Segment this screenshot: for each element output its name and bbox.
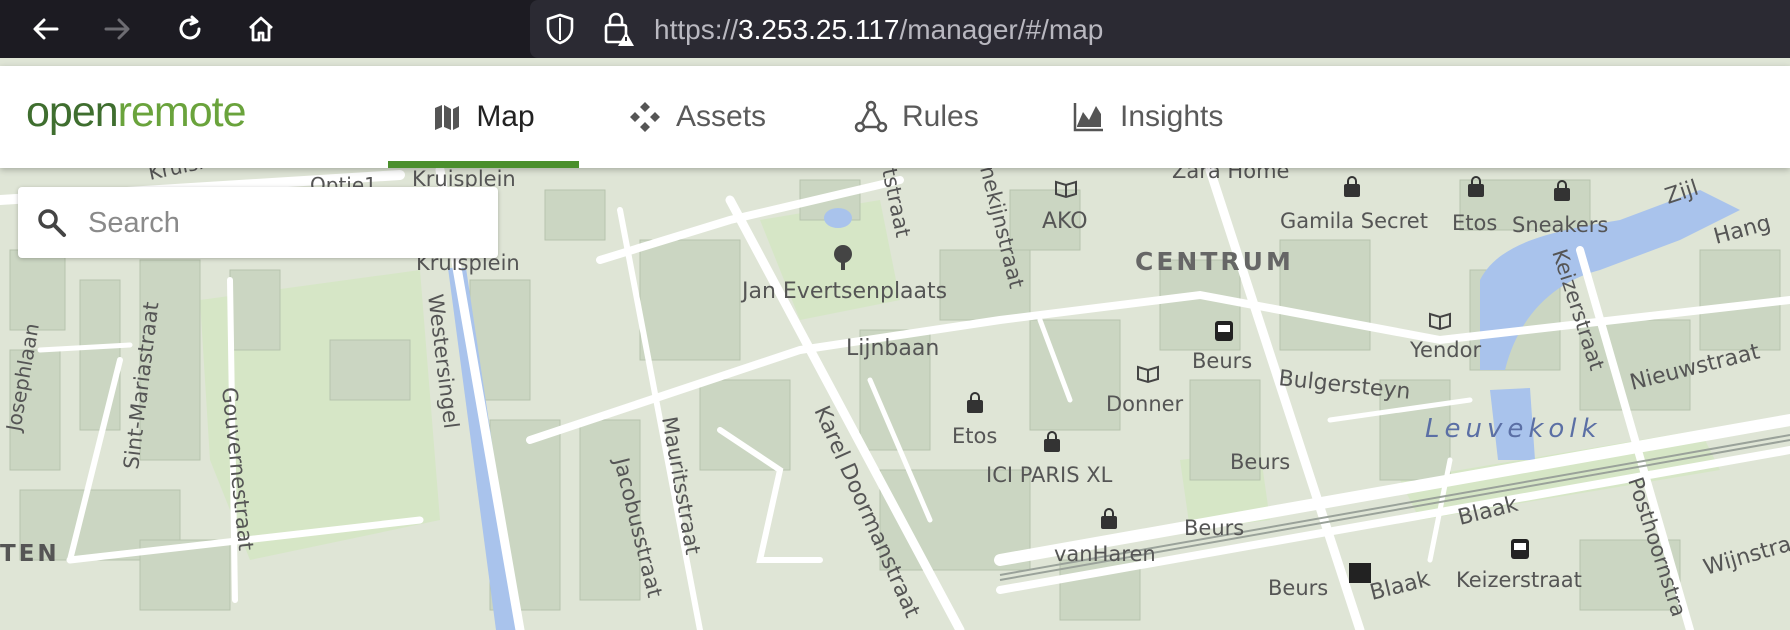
active-tab-indicator xyxy=(388,161,579,168)
transit-label: Beurs xyxy=(1268,576,1328,600)
district-label: CENTRUM xyxy=(1135,247,1294,276)
tab-rules[interactable]: Rules xyxy=(854,66,979,168)
tab-assets-label: Assets xyxy=(676,100,767,133)
shop-label: Zara Home xyxy=(1172,168,1289,183)
browser-toolbar: https://3.253.25.117/manager/#/map xyxy=(0,0,1790,58)
app-header: openremote Map Assets Rules Insights xyxy=(0,66,1790,168)
insights-icon xyxy=(1073,103,1103,132)
street-label: Lijnbaan xyxy=(846,336,939,361)
search-input[interactable] xyxy=(86,197,490,249)
shop-label: Etos xyxy=(1452,211,1497,235)
transit-label: Beurs xyxy=(1184,516,1244,540)
tab-map[interactable]: Map xyxy=(388,66,579,168)
district-label: TEN xyxy=(0,541,60,567)
search-icon xyxy=(38,209,66,237)
tab-rules-label: Rules xyxy=(902,100,979,133)
transit-label: Beurs xyxy=(1230,450,1290,474)
rules-icon xyxy=(854,100,888,133)
shop-label: AKO xyxy=(1042,209,1088,234)
lock-warning-icon[interactable] xyxy=(602,10,636,53)
shop-label: vanHaren xyxy=(1054,542,1156,566)
transit-label: Keizerstraat xyxy=(1456,568,1582,592)
tab-map-label: Map xyxy=(476,100,535,133)
bus-stop-icon xyxy=(1511,539,1529,559)
reload-icon[interactable] xyxy=(170,9,210,49)
shop-label: Gamila Secret xyxy=(1280,209,1428,233)
train-station-icon xyxy=(1349,563,1371,583)
forward-icon[interactable] xyxy=(97,9,137,49)
back-icon[interactable] xyxy=(26,9,66,49)
tab-insights[interactable]: Insights xyxy=(1072,66,1223,168)
bus-stop-icon xyxy=(1215,321,1233,341)
shop-label: Donner xyxy=(1106,392,1184,416)
transit-label: Beurs xyxy=(1192,349,1252,373)
water-label: Leuvekolk xyxy=(1425,414,1602,444)
tab-insights-label: Insights xyxy=(1120,100,1224,133)
home-icon[interactable] xyxy=(241,9,281,49)
map-search-box[interactable] xyxy=(18,187,498,258)
url-text[interactable]: https://3.253.25.117/manager/#/map xyxy=(654,14,1103,46)
map-icon xyxy=(435,105,460,130)
assets-icon xyxy=(630,102,660,132)
place-label: Jan Evertsenplaats xyxy=(740,279,947,304)
shield-icon[interactable] xyxy=(544,12,576,51)
shop-label: ICI PARIS XL xyxy=(986,463,1113,487)
tab-assets[interactable]: Assets xyxy=(628,66,766,168)
openremote-logo[interactable]: openremote xyxy=(26,88,247,137)
shop-label: Sneakers xyxy=(1512,213,1608,237)
shop-label: Yendor xyxy=(1409,338,1481,362)
shop-label: Etos xyxy=(952,424,997,448)
